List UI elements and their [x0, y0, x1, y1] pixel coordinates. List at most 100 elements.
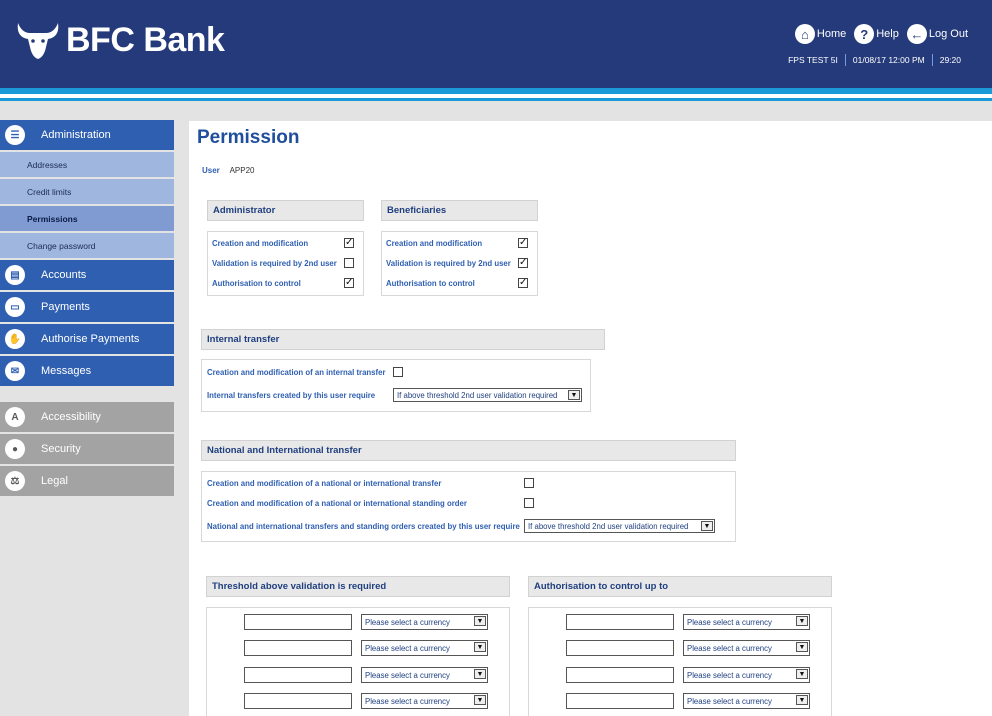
- select-placeholder: Please select a currency: [365, 670, 450, 680]
- authorisation-currency-select[interactable]: Please select a currency ▼: [683, 614, 810, 630]
- select-value: If above threshold 2nd user validation r…: [528, 521, 689, 531]
- sidebar-item-label: Legal: [41, 475, 68, 487]
- sidebar-item-authorise-payments[interactable]: ✋ Authorise Payments: [0, 324, 174, 354]
- admin-row-label: Authorisation to control: [212, 279, 301, 288]
- chevron-down-icon: ▼: [474, 642, 486, 652]
- threshold-currency-select[interactable]: Please select a currency ▼: [361, 640, 488, 656]
- sidebar-item-messages[interactable]: ✉ Messages: [0, 356, 174, 386]
- threshold-amount-input[interactable]: [244, 667, 352, 683]
- system-name: FPS TEST 5I: [788, 55, 838, 65]
- sidebar-item-accounts[interactable]: ▤ Accounts: [0, 260, 174, 290]
- administrator-heading: Administrator: [207, 200, 364, 221]
- bank-name: BFC Bank: [66, 20, 225, 59]
- sidebar-item-legal[interactable]: ⚖ Legal: [0, 466, 174, 496]
- help-icon: ?: [854, 24, 875, 44]
- help-label: Help: [876, 28, 899, 40]
- book-icon: ▤: [5, 265, 25, 285]
- header-stripe: [0, 98, 992, 101]
- authorisation-amount-input[interactable]: [566, 614, 674, 630]
- logout-link[interactable]: ← Log Out: [906, 24, 968, 44]
- home-icon: ⌂: [794, 24, 815, 44]
- select-placeholder: Please select a currency: [365, 696, 450, 706]
- authorisation-amount-input[interactable]: [566, 693, 674, 709]
- select-placeholder: Please select a currency: [687, 617, 772, 627]
- sidebar-item-accessibility[interactable]: A Accessibility: [0, 402, 174, 432]
- sidebar-item-label: Authorise Payments: [41, 333, 140, 345]
- top-header: BFC Bank ⌂ Home ? Help ← Log Out FPS TES…: [0, 0, 992, 88]
- sidebar-item-label: Messages: [41, 365, 92, 377]
- admin-creation-checkbox[interactable]: ✓: [344, 238, 354, 248]
- sidebar-item-payments[interactable]: ▭ Payments: [0, 292, 174, 322]
- logout-icon: ←: [906, 24, 927, 44]
- top-navigation: ⌂ Home ? Help ← Log Out: [794, 24, 968, 44]
- chevron-down-icon: ▼: [474, 616, 486, 626]
- authorisation-amount-input[interactable]: [566, 640, 674, 656]
- threshold-currency-select[interactable]: Please select a currency ▼: [361, 614, 488, 630]
- bank-logo[interactable]: BFC Bank: [14, 14, 225, 66]
- internal-validation-select[interactable]: If above threshold 2nd user validation r…: [393, 388, 582, 402]
- national-standing-label: Creation and modification of a national …: [207, 499, 467, 508]
- national-transfer-heading: National and International transfer: [201, 440, 736, 461]
- chevron-down-icon: ▼: [796, 695, 808, 705]
- benef-row-label: Validation is required by 2nd user: [386, 259, 511, 268]
- chevron-down-icon: ▼: [474, 695, 486, 705]
- benef-row-label: Creation and modification: [386, 239, 483, 248]
- national-standing-checkbox[interactable]: [524, 498, 534, 508]
- sidebar-subitem-credit-limits[interactable]: Credit limits: [0, 179, 174, 204]
- threshold-amount-input[interactable]: [244, 693, 352, 709]
- hand-icon: ✋: [5, 329, 25, 349]
- authorisation-amount-input[interactable]: [566, 667, 674, 683]
- admin-row-label: Validation is required by 2nd user: [212, 259, 337, 268]
- threshold-amount-input[interactable]: [244, 614, 352, 630]
- internal-creation-label: Creation and modification of an internal…: [207, 368, 386, 377]
- gavel-icon: ⚖: [5, 471, 25, 491]
- session-timer: 29:20: [939, 55, 961, 65]
- logout-label: Log Out: [928, 28, 968, 40]
- chevron-down-icon: ▼: [568, 390, 580, 400]
- chevron-down-icon: ▼: [796, 616, 808, 626]
- sidebar-item-security[interactable]: ● Security: [0, 434, 174, 464]
- chevron-down-icon: ▼: [474, 669, 486, 679]
- sidebar-item-label: Accounts: [41, 269, 87, 281]
- national-validation-select[interactable]: If above threshold 2nd user validation r…: [524, 519, 715, 533]
- cash-icon: ▭: [5, 297, 25, 317]
- sidebar-subitem-addresses[interactable]: Addresses: [0, 152, 174, 177]
- sidebar: ☰ Administration Addresses Credit limits…: [0, 120, 174, 498]
- session-status: FPS TEST 5I 01/08/17 12:00 PM 29:20: [781, 54, 968, 66]
- user-value: APP20: [229, 166, 255, 175]
- benef-creation-checkbox[interactable]: ✓: [518, 238, 528, 248]
- internal-creation-checkbox[interactable]: [393, 367, 403, 377]
- page-title: Permission: [197, 127, 300, 148]
- threshold-amount-input[interactable]: [244, 640, 352, 656]
- sidebar-subitem-permissions[interactable]: Permissions: [0, 206, 174, 231]
- authorisation-currency-select[interactable]: Please select a currency ▼: [683, 667, 810, 683]
- national-creation-checkbox[interactable]: [524, 478, 534, 488]
- admin-validation-checkbox[interactable]: [344, 258, 354, 268]
- benef-validation-checkbox[interactable]: ✓: [518, 258, 528, 268]
- help-link[interactable]: ? Help: [854, 24, 899, 44]
- sidebar-item-administration[interactable]: ☰ Administration: [0, 120, 174, 150]
- national-require-label: National and international transfers and…: [207, 522, 520, 531]
- authorisation-currency-select[interactable]: Please select a currency ▼: [683, 693, 810, 709]
- authorisation-heading: Authorisation to control up to: [528, 576, 832, 597]
- bull-logo-icon: [17, 23, 59, 59]
- threshold-heading: Threshold above validation is required: [206, 576, 510, 597]
- home-link[interactable]: ⌂ Home: [794, 24, 846, 44]
- chevron-down-icon: ▼: [701, 521, 713, 531]
- session-datetime: 01/08/17 12:00 PM: [852, 55, 925, 65]
- beneficiaries-heading: Beneficiaries: [381, 200, 538, 221]
- authorisation-currency-select[interactable]: Please select a currency ▼: [683, 640, 810, 656]
- sidebar-item-label: Security: [41, 443, 81, 455]
- threshold-currency-select[interactable]: Please select a currency ▼: [361, 667, 488, 683]
- user-info: User APP20: [202, 166, 254, 175]
- main-content: Permission User APP20 Administrator Crea…: [189, 121, 992, 716]
- benef-authorisation-checkbox[interactable]: ✓: [518, 278, 528, 288]
- list-icon: ☰: [5, 125, 25, 145]
- user-label: User: [202, 166, 220, 175]
- sidebar-subitem-change-password[interactable]: Change password: [0, 233, 174, 258]
- admin-row-label: Creation and modification: [212, 239, 309, 248]
- admin-authorisation-checkbox[interactable]: ✓: [344, 278, 354, 288]
- national-creation-label: Creation and modification of a national …: [207, 479, 442, 488]
- select-placeholder: Please select a currency: [365, 617, 450, 627]
- threshold-currency-select[interactable]: Please select a currency ▼: [361, 693, 488, 709]
